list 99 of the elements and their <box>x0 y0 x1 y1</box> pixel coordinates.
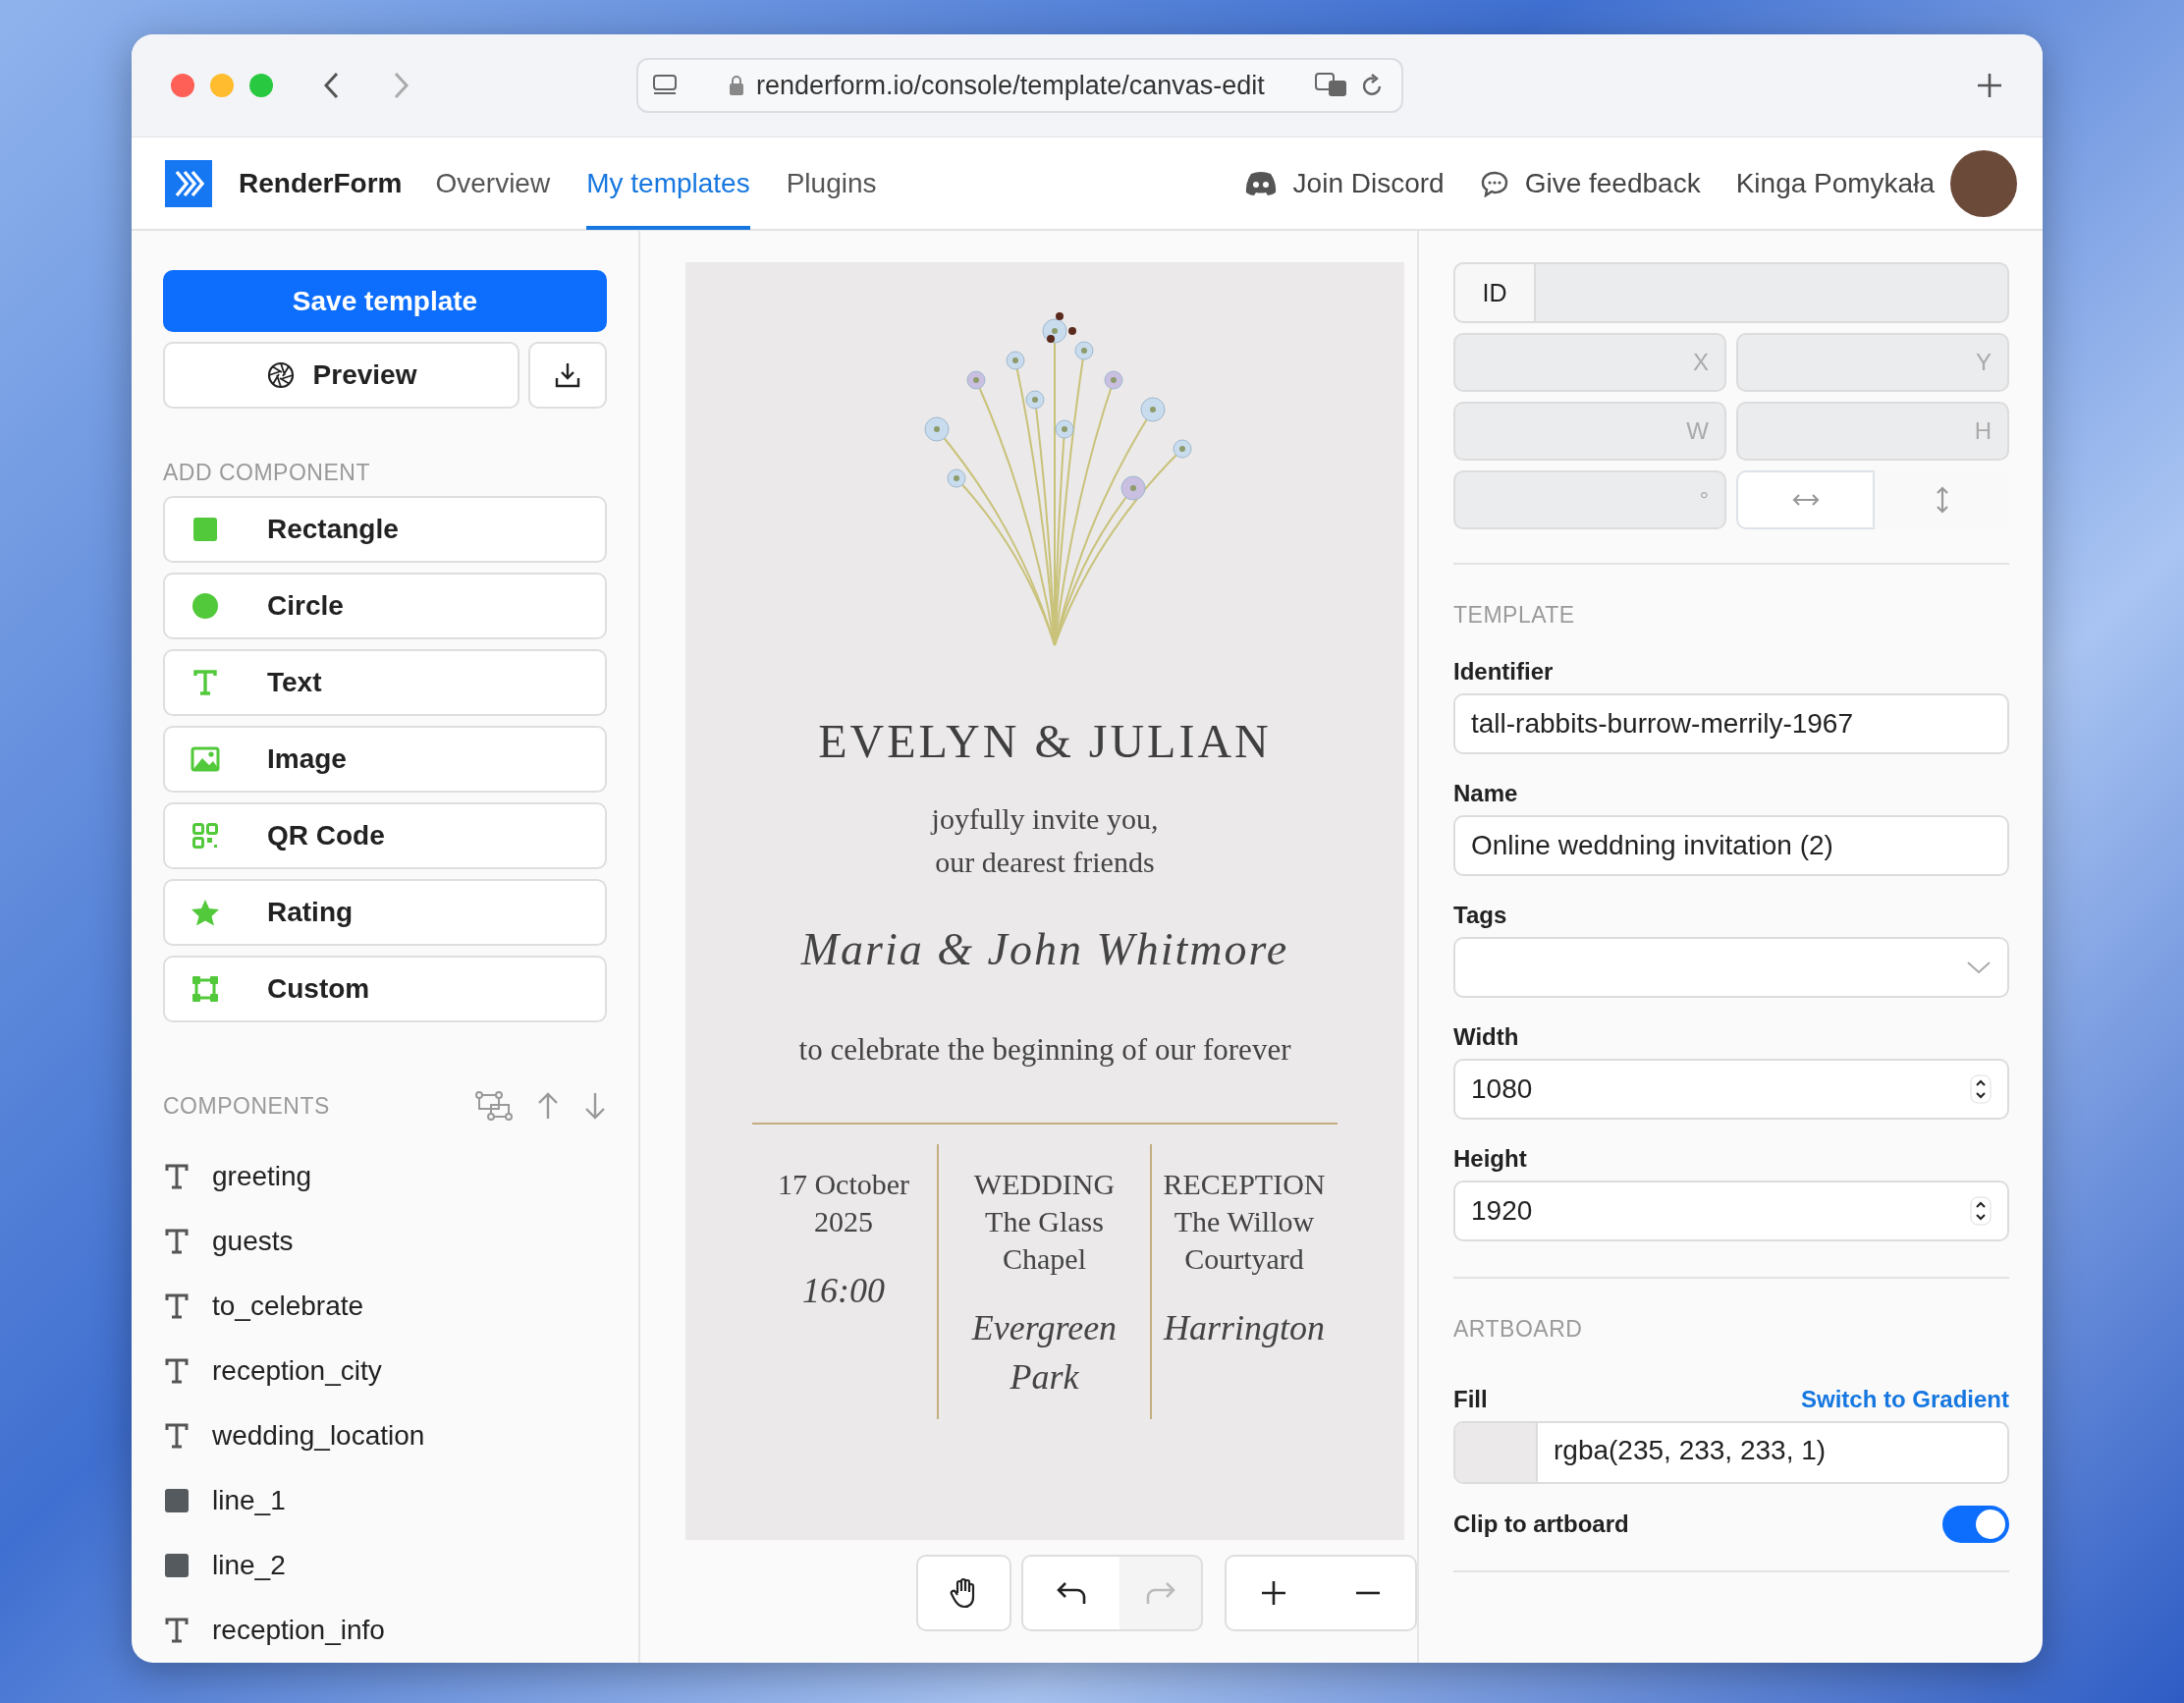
lock-icon <box>729 75 744 96</box>
clip-toggle[interactable] <box>1942 1506 2009 1543</box>
section-heading: ADD COMPONENT <box>163 460 371 486</box>
event-script-text: Evergreen Park <box>971 1307 1118 1399</box>
component-list-item[interactable]: line_2 <box>212 1550 286 1581</box>
square-icon <box>192 517 218 542</box>
text-icon <box>165 1618 189 1643</box>
nav-tab[interactable]: Plugins <box>786 137 877 230</box>
add-component-button[interactable]: Custom <box>163 956 607 1022</box>
preview-button[interactable]: Preview <box>163 342 519 409</box>
add-component-button[interactable]: Rectangle <box>163 496 607 563</box>
chat-icon[interactable] <box>1479 169 1509 197</box>
text-icon <box>165 1358 189 1384</box>
add-component-button[interactable]: Text <box>163 649 607 716</box>
section-heading: ARTBOARD <box>1453 1316 1584 1343</box>
event-details: RECEPTION The Willow Courtyard <box>1163 1167 1326 1277</box>
stepper-icon <box>1970 1196 1992 1226</box>
vertical-arrows-icon <box>1935 486 1949 514</box>
download-icon <box>553 360 582 390</box>
save-template-button[interactable]: Save template <box>163 270 607 332</box>
download-button[interactable] <box>528 342 607 409</box>
add-component-button[interactable]: QR Code <box>163 802 607 869</box>
text-icon <box>193 670 217 695</box>
url-text: renderform.io/console/template/canvas-edit <box>756 70 1266 101</box>
field-label: Name <box>1453 780 1519 807</box>
guest-names: Maria & John Whitmore <box>800 923 1289 975</box>
section-heading: COMPONENTS <box>163 1092 330 1120</box>
nav-link[interactable]: Join Discord <box>1292 167 1445 199</box>
chevron-down-icon <box>1966 961 1992 974</box>
square-icon <box>165 1489 189 1512</box>
qr-code-icon <box>192 823 218 849</box>
hand-button[interactable] <box>916 1555 1011 1631</box>
plus-icon <box>1260 1579 1287 1607</box>
component-list-item[interactable]: to_celebrate <box>212 1291 364 1322</box>
redo-icon <box>1144 1580 1176 1606</box>
reload-icon[interactable] <box>1360 73 1384 98</box>
nav-link[interactable]: Give feedback <box>1524 167 1701 199</box>
nav-tab[interactable]: Overview <box>435 137 551 230</box>
arrow-up-icon[interactable] <box>536 1091 560 1121</box>
invitation-text: joyfully invite you, our dearest friends <box>931 801 1159 880</box>
square-icon <box>165 1554 189 1577</box>
undo-icon <box>1056 1580 1087 1606</box>
close-window-dot[interactable] <box>171 74 194 97</box>
component-list-item[interactable]: line_1 <box>212 1485 286 1516</box>
stepper-icon <box>1970 1074 1992 1104</box>
group-icon[interactable] <box>475 1091 513 1121</box>
minus-icon <box>1354 1591 1382 1595</box>
logo-icon[interactable] <box>165 159 212 207</box>
text-field[interactable]: Online weddning invitation (2) <box>1453 815 2009 876</box>
text-field[interactable]: tall-rabbits-burrow-merrily-1967 <box>1453 693 2009 754</box>
switch-to-gradient-link[interactable]: Switch to Gradient <box>1801 1386 2009 1413</box>
minimize-window-dot[interactable] <box>210 74 234 97</box>
new-tab-icon[interactable] <box>1976 72 2003 99</box>
component-list-item[interactable]: greeting <box>212 1161 312 1192</box>
add-component-button[interactable]: Circle <box>163 573 607 639</box>
text-icon <box>165 1423 189 1449</box>
nav-tab[interactable]: My templates <box>586 137 750 230</box>
user-name[interactable]: Kinga Pomykała <box>1735 167 1935 199</box>
invitation-text: to celebrate the beginning of our forever <box>798 1032 1291 1068</box>
zoom-in-button[interactable] <box>1225 1555 1321 1631</box>
image-icon <box>191 746 220 772</box>
field-label: Width <box>1453 1023 1520 1051</box>
text-icon <box>165 1164 189 1189</box>
translate-icon[interactable] <box>1315 73 1348 98</box>
component-list-item[interactable]: guests <box>212 1226 294 1257</box>
zoom-window-dot[interactable] <box>249 74 273 97</box>
field-label: Fill <box>1453 1386 1488 1413</box>
aperture-icon <box>265 360 296 390</box>
number-field[interactable]: 1080 <box>1453 1059 2009 1120</box>
text-icon <box>165 1293 189 1319</box>
component-list-item[interactable]: reception_info <box>212 1615 385 1646</box>
field-label: Tags <box>1453 902 1508 929</box>
component-list-item[interactable]: reception_city <box>212 1355 382 1387</box>
invitation-title: EVELYN & JULIAN <box>818 714 1272 768</box>
invitation-artboard[interactable] <box>685 262 1404 1540</box>
add-component-button[interactable]: Image <box>163 726 607 793</box>
horizontal-arrows-icon <box>1791 493 1820 507</box>
vector-shape-icon <box>191 975 219 1003</box>
text-icon <box>165 1229 189 1254</box>
discord-icon[interactable] <box>1243 170 1278 196</box>
undo-button[interactable] <box>1021 1555 1119 1631</box>
sidebar-icon[interactable] <box>652 74 678 97</box>
field-label: Height <box>1453 1145 1528 1173</box>
add-component-button[interactable]: Rating <box>163 879 607 946</box>
star-icon <box>191 899 220 926</box>
brand-name[interactable]: RenderForm <box>239 167 403 199</box>
event-script-text: 16:00 <box>802 1270 885 1312</box>
event-details: WEDDING The Glass Chapel <box>973 1167 1116 1277</box>
event-details: 17 October 2025 <box>777 1167 910 1239</box>
arrow-down-icon[interactable] <box>583 1091 607 1121</box>
section-heading: TEMPLATE <box>1453 602 1576 629</box>
id-field[interactable]: ID <box>1453 262 2009 323</box>
number-field[interactable]: 1920 <box>1453 1181 2009 1241</box>
toggle-label: Clip to artboard <box>1453 1511 1629 1538</box>
field-label: Identifier <box>1453 658 1555 686</box>
address-bar[interactable]: renderform.io/console/template/canvas-edit <box>636 58 1403 113</box>
circle-icon <box>191 592 219 620</box>
component-list-item[interactable]: wedding_location <box>212 1420 425 1452</box>
event-script-text: Harrington <box>1164 1307 1325 1349</box>
